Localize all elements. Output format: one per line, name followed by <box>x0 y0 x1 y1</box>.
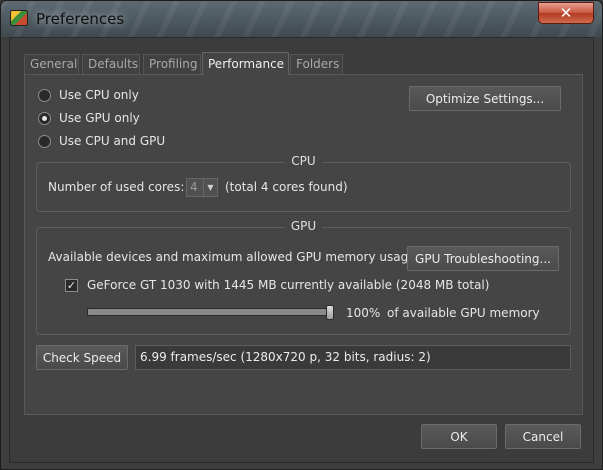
preferences-window: Preferences ✕ General Defaults Profiling… <box>0 0 603 470</box>
cpu-group: CPU Number of used cores: 4 ▼ (total 4 c… <box>36 154 571 212</box>
cancel-button[interactable]: Cancel <box>505 424 581 449</box>
gpu-memory-percent: 100% <box>346 306 381 320</box>
radio-indicator[interactable] <box>38 111 51 125</box>
gpu-memory-unit: of available GPU memory <box>387 306 540 320</box>
performance-panel: Use CPU only Use GPU only Use CPU and GP… <box>24 74 583 415</box>
app-logo-icon <box>10 10 28 26</box>
gpu-device-checkbox-row[interactable]: ✓ GeForce GT 1030 with 1445 MB currently… <box>65 278 489 292</box>
tab-defaults[interactable]: Defaults <box>82 54 140 75</box>
window-title: Preferences <box>36 10 125 28</box>
radio-cpu-and-gpu[interactable]: Use CPU and GPU <box>38 132 165 150</box>
tab-profiling[interactable]: Profiling <box>143 54 201 75</box>
radio-gpu-only[interactable]: Use GPU only <box>38 109 140 127</box>
tab-performance[interactable]: Performance <box>202 52 289 75</box>
cpu-group-title: CPU <box>285 154 322 168</box>
radio-label: Use CPU and GPU <box>59 134 166 148</box>
dialog-body: General Defaults Profiling Performance F… <box>9 37 594 463</box>
tab-folders[interactable]: Folders <box>290 54 343 75</box>
cores-value: 4 <box>190 180 198 194</box>
gpu-memory-slider-thumb[interactable] <box>326 305 334 320</box>
gpu-troubleshooting-button[interactable]: GPU Troubleshooting... <box>407 246 559 271</box>
radio-indicator[interactable] <box>38 134 51 148</box>
radio-label: Use CPU only <box>59 88 139 102</box>
checkmark-icon[interactable]: ✓ <box>65 278 78 292</box>
check-speed-button[interactable]: Check Speed <box>36 345 128 370</box>
radio-label: Use GPU only <box>59 111 140 125</box>
gpu-group: GPU Available devices and maximum allowe… <box>36 219 571 335</box>
cores-note: (total 4 cores found) <box>225 180 348 194</box>
optimize-settings-button[interactable]: Optimize Settings... <box>409 86 561 111</box>
gpu-memory-slider[interactable] <box>87 308 334 316</box>
cores-label: Number of used cores: <box>48 180 185 194</box>
speed-result: 6.99 frames/sec (1280x720 p, 32 bits, ra… <box>135 345 571 370</box>
chevron-down-icon[interactable]: ▼ <box>203 179 217 196</box>
radio-cpu-only[interactable]: Use CPU only <box>38 86 139 104</box>
cores-dropdown[interactable]: 4 ▼ <box>186 178 218 197</box>
devices-label: Available devices and maximum allowed GP… <box>48 250 420 264</box>
close-button[interactable]: ✕ <box>538 2 594 24</box>
title-bar[interactable]: Preferences ✕ <box>1 1 602 37</box>
tab-general[interactable]: General <box>24 54 79 75</box>
gpu-device-label: GeForce GT 1030 with 1445 MB currently a… <box>87 278 490 292</box>
radio-indicator[interactable] <box>38 88 51 102</box>
gpu-group-title: GPU <box>284 219 323 233</box>
close-icon: ✕ <box>559 4 573 22</box>
ok-button[interactable]: OK <box>421 424 497 449</box>
